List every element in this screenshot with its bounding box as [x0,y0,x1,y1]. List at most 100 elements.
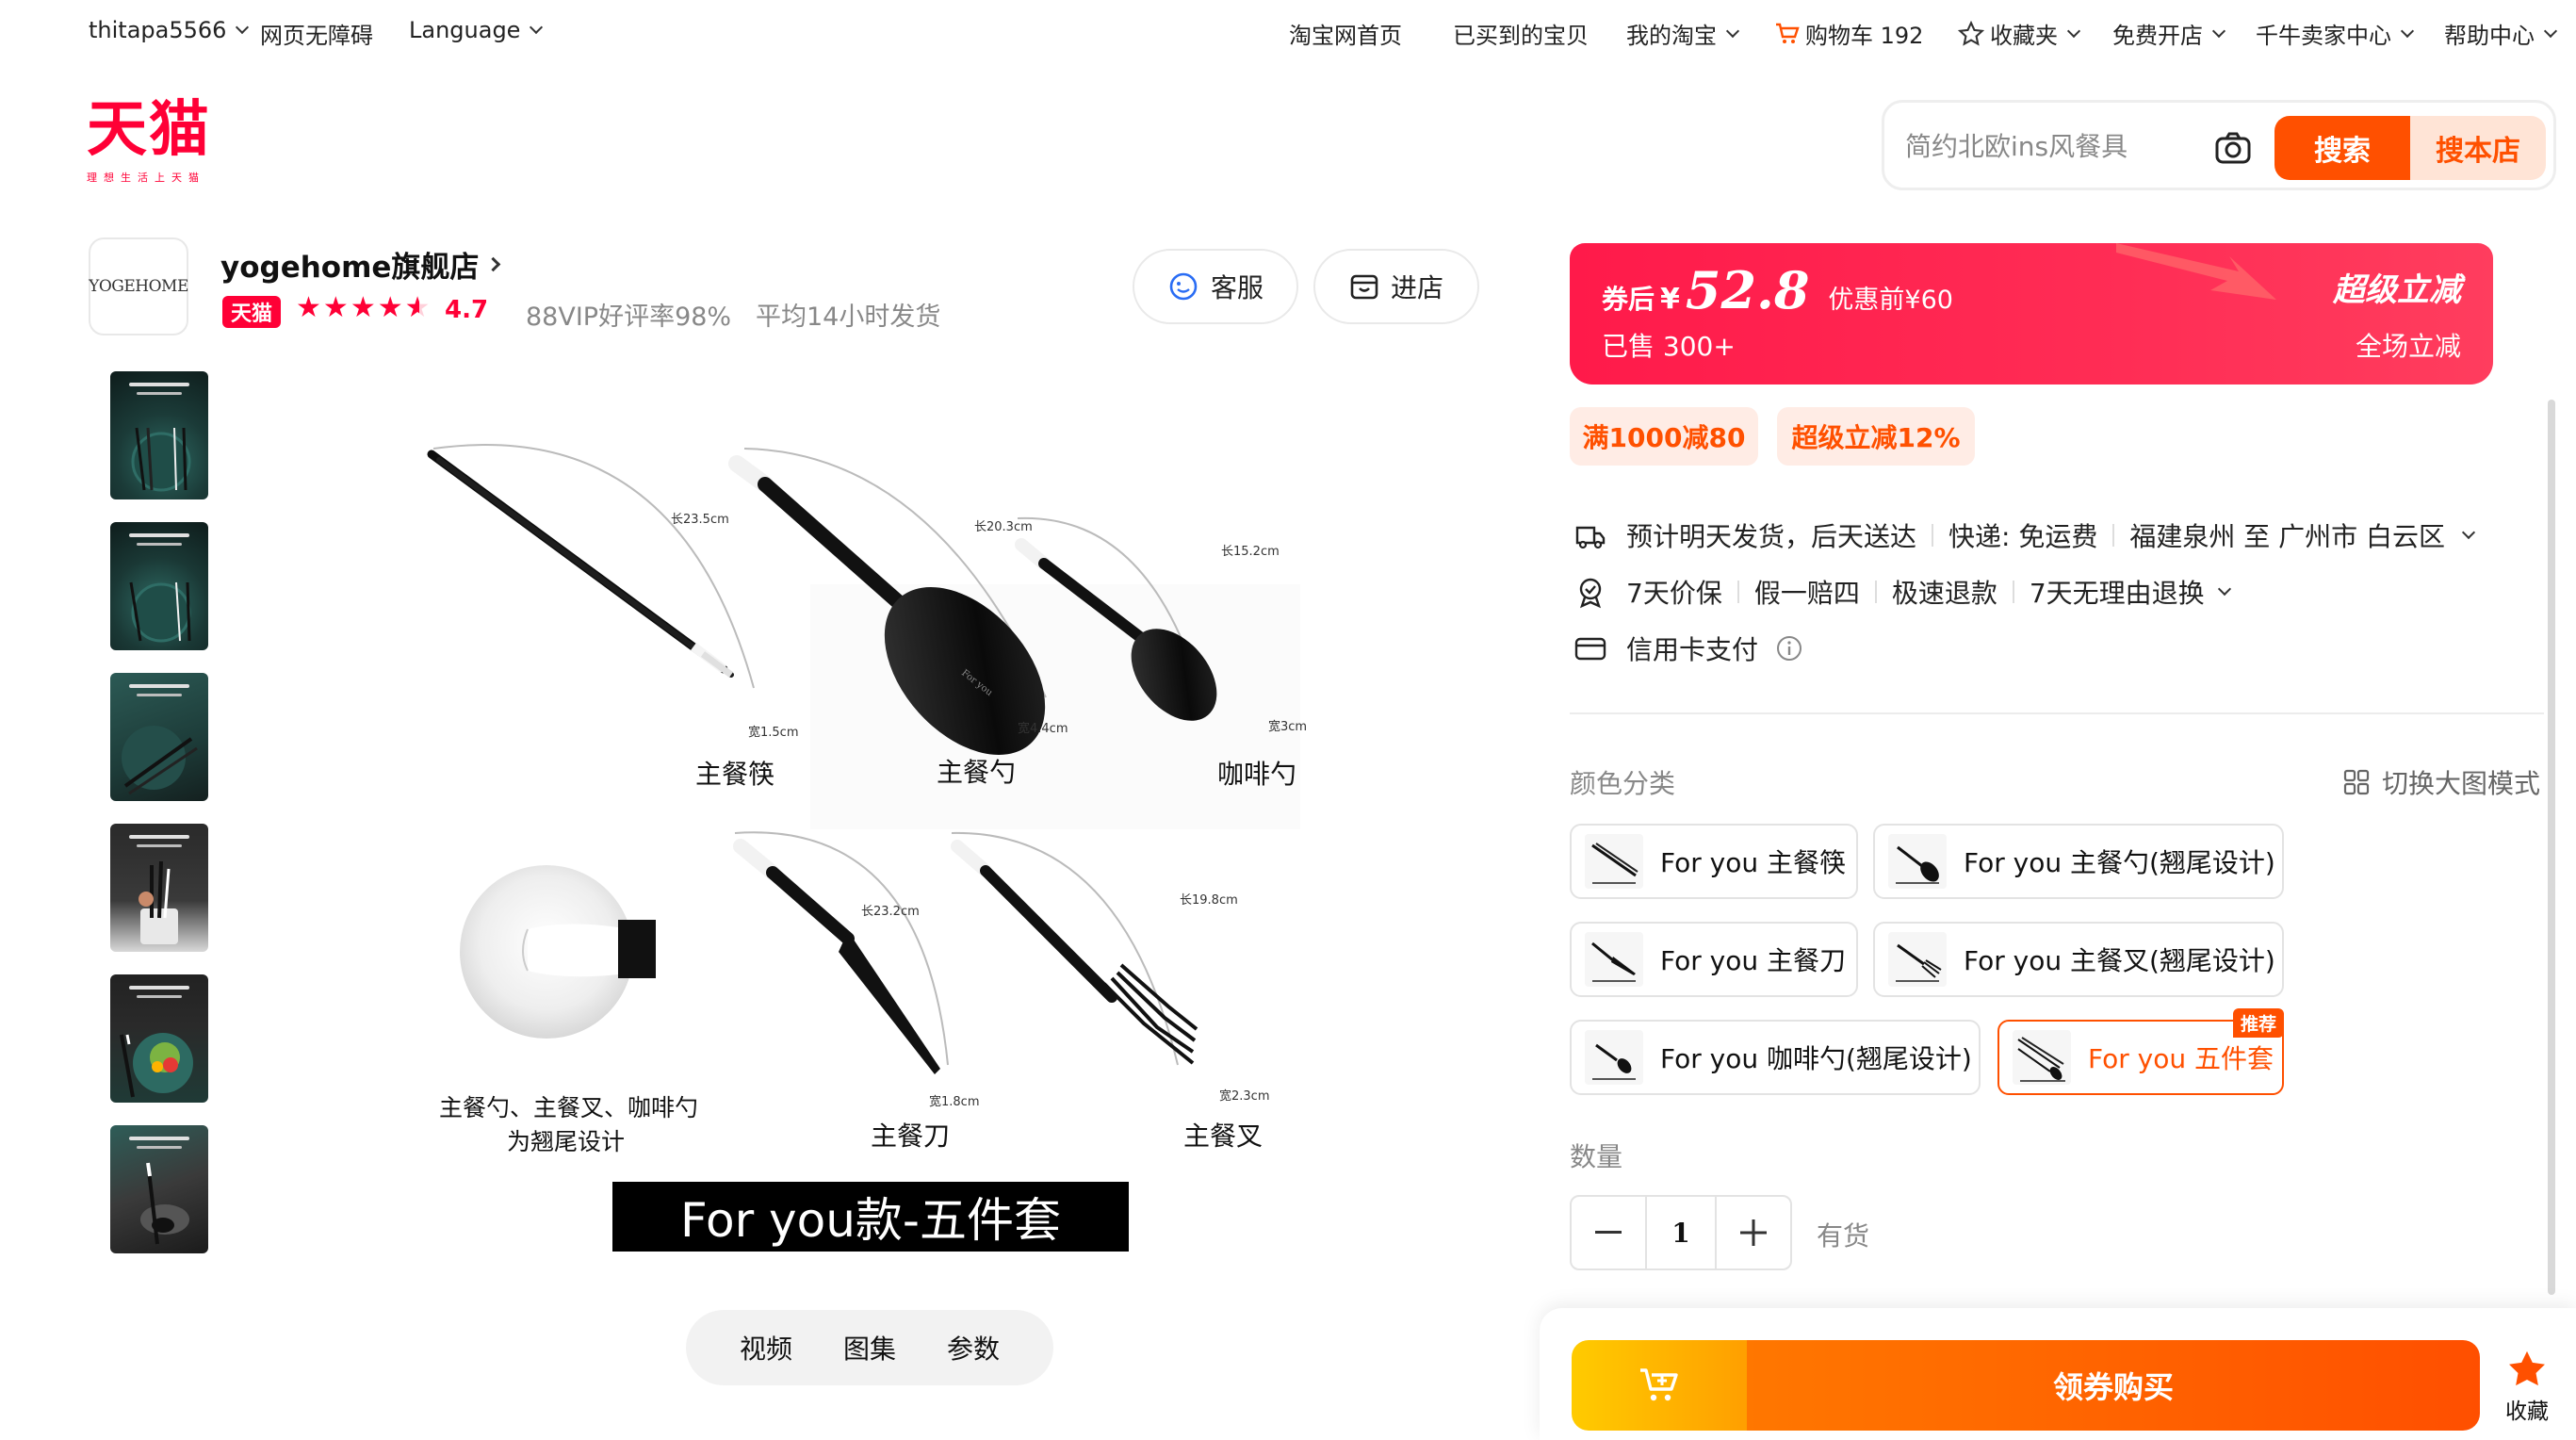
buy-bar: 领券购买 收藏 [1540,1308,2576,1440]
delivery-truck-icon [1575,526,1606,549]
ship-time: 平均14小时发货 [756,303,941,332]
promo-tag-discount[interactable]: 超级立减12% [1777,407,1975,466]
shop-name: yogehome旗舰店 [220,251,480,285]
price-value: 52.8 [1685,260,1810,320]
sku-option-spoon[interactable]: For you 主餐勺(翘尾设计) [1873,824,2284,899]
switch-view-label: 切换大图模式 [2382,768,2541,799]
switch-view-button[interactable]: 切换大图模式 [2342,763,2540,801]
fork-label: 主餐叉 [1183,1121,1264,1152]
username-menu[interactable]: thitapa5566 [89,17,250,43]
quantity-stepper: 1 [1570,1195,1792,1270]
increase-quantity-button[interactable] [1717,1197,1790,1268]
promo-title: 超级立减 [2333,271,2461,309]
username: thitapa5566 [89,17,227,43]
my-taobao-label: 我的淘宝 [1626,23,1717,49]
sku-option-chopsticks[interactable]: For you 主餐筷 [1570,824,1858,899]
thumbnail-5[interactable] [110,974,208,1103]
language-menu[interactable]: Language [409,17,544,43]
chevron-down-icon [2217,581,2231,597]
sku-label: 颜色分类 [1570,768,1676,799]
payment-row: 信用卡支付 [1573,630,1803,667]
chopsticks-label: 主餐筷 [695,759,775,790]
bought-items-link[interactable]: 已买到的宝贝 [1453,17,1589,50]
search-store-button[interactable]: 搜本店 [2410,116,2546,180]
customer-service-button[interactable]: 客服 [1133,249,1298,324]
sku-option-five-piece-set[interactable]: For you 五件套 推荐 [1997,1008,2284,1095]
chevron-down-icon[interactable] [2461,525,2476,540]
seller-center-menu[interactable]: 千牛卖家中心 [2256,17,2415,50]
thumbnail-1[interactable] [110,371,208,499]
star-icon [2509,1350,2545,1386]
tmall-badge: 天猫 [222,296,281,328]
chevron-down-icon [2211,24,2226,38]
decrease-quantity-button[interactable] [1572,1197,1645,1268]
store-icon [1350,274,1378,300]
search-input[interactable] [1905,125,2188,167]
fork-length: 长19.8cm [1180,893,1238,908]
star-icon: ★ [296,291,321,324]
taobao-home-link[interactable]: 淘宝网首页 [1289,17,1402,50]
add-to-cart-button[interactable] [1572,1340,1747,1431]
scrollbar[interactable] [2548,400,2555,1295]
tmall-logo[interactable]: 天猫 [87,100,211,160]
cart-label: 购物车 192 [1805,23,1924,49]
product-banner: For you款-五件套 [612,1182,1129,1252]
favorite-button[interactable]: 收藏 [2499,1350,2555,1425]
chevron-down-icon [1725,24,1740,38]
chevron-down-icon [2543,24,2558,38]
sku-option-knife[interactable]: For you 主餐刀 [1570,922,1858,997]
delivery-estimate: 预计明天发货，后天送达 [1626,521,1917,552]
spoon-label: 主餐勺 [937,757,1017,788]
promo-tag-threshold[interactable]: 满1000减80 [1570,407,1758,466]
buy-now-button[interactable]: 领券购买 [1747,1340,2480,1431]
seller-center-label: 千牛卖家中心 [2256,23,2391,49]
chevron-down-icon [2066,24,2081,38]
chevron-right-icon [486,256,501,272]
thumbnail-2[interactable] [110,522,208,650]
chevron-down-icon [2400,24,2415,38]
tab-gallery[interactable]: 图集 [843,1329,896,1366]
guarantee-authentic: 假一赔四 [1753,578,1860,609]
cart-link[interactable]: 购物车 192 [1775,17,1923,50]
tab-specs[interactable]: 参数 [947,1329,1000,1366]
knife-width: 宽1.8cm [929,1095,980,1109]
price-prefix: 券后 [1602,284,1655,315]
credit-card-icon [1574,637,1606,661]
shop-name-link[interactable]: yogehome旗舰店 [220,243,501,286]
open-store-menu[interactable]: 免费开店 [2112,17,2226,50]
main-product-image[interactable]: For you 长23.5cm 宽1.5cm 长20.3cm 宽4.4cm 长1… [396,415,1347,1272]
shipping-route[interactable]: 福建泉州 至 广州市 白云区 [2129,516,2445,554]
favorites-menu[interactable]: 收藏夹 [1958,17,2081,50]
chopsticks-length: 长23.5cm [671,513,729,527]
guarantee-price-protect: 7天价保 [1626,578,1722,609]
thumbnail-6[interactable] [110,1125,208,1253]
delivery-row: 预计明天发货，后天送达 快递: 免运费 福建泉州 至 广州市 白云区 [1573,516,2476,554]
sku-option-fork[interactable]: For you 主餐叉(翘尾设计) [1873,922,2284,997]
spoon-width: 宽4.4cm [1018,722,1068,736]
thumbnail-3[interactable] [110,673,208,801]
rating-stars: ★ ★ ★ ★ ★ [296,294,431,322]
top-nav-bar: thitapa5566 网页无障碍 Language 淘宝网首页 已买到的宝贝 … [0,0,2576,64]
sku-thumbnail [1585,1030,1643,1085]
star-outline-icon [1958,20,1984,46]
thumbnail-4[interactable] [110,824,208,952]
accessibility-link[interactable]: 网页无障碍 [260,17,373,50]
sku-option-coffee-spoon[interactable]: For you 咖啡勺(翘尾设计) [1570,1020,1981,1095]
search-button[interactable]: 搜索 [2274,116,2410,180]
tab-video[interactable]: 视频 [740,1329,792,1366]
sku-option-label: For you 主餐叉(翘尾设计) [1964,945,2275,976]
favorites-label: 收藏夹 [1990,23,2058,49]
coffee-spoon-length: 长15.2cm [1221,545,1280,559]
guarantee-fast-refund: 极速退款 [1891,578,1997,609]
enter-store-button[interactable]: 进店 [1313,249,1479,324]
info-icon[interactable] [1775,634,1803,663]
shop-logo[interactable]: YOGEHOME [89,237,188,335]
vip-rate: 88VIP好评率98% [526,303,732,332]
price-currency: ¥ [1660,283,1680,316]
quantity-input[interactable]: 1 [1645,1197,1717,1268]
my-taobao-menu[interactable]: 我的淘宝 [1626,17,1740,50]
help-center-menu[interactable]: 帮助中心 [2444,17,2558,50]
guarantee-row[interactable]: 7天价保 假一赔四 极速退款 7天无理由退换 [1573,573,2231,611]
camera-icon[interactable] [2214,131,2252,165]
coffee-spoon-width: 宽3cm [1268,720,1308,734]
